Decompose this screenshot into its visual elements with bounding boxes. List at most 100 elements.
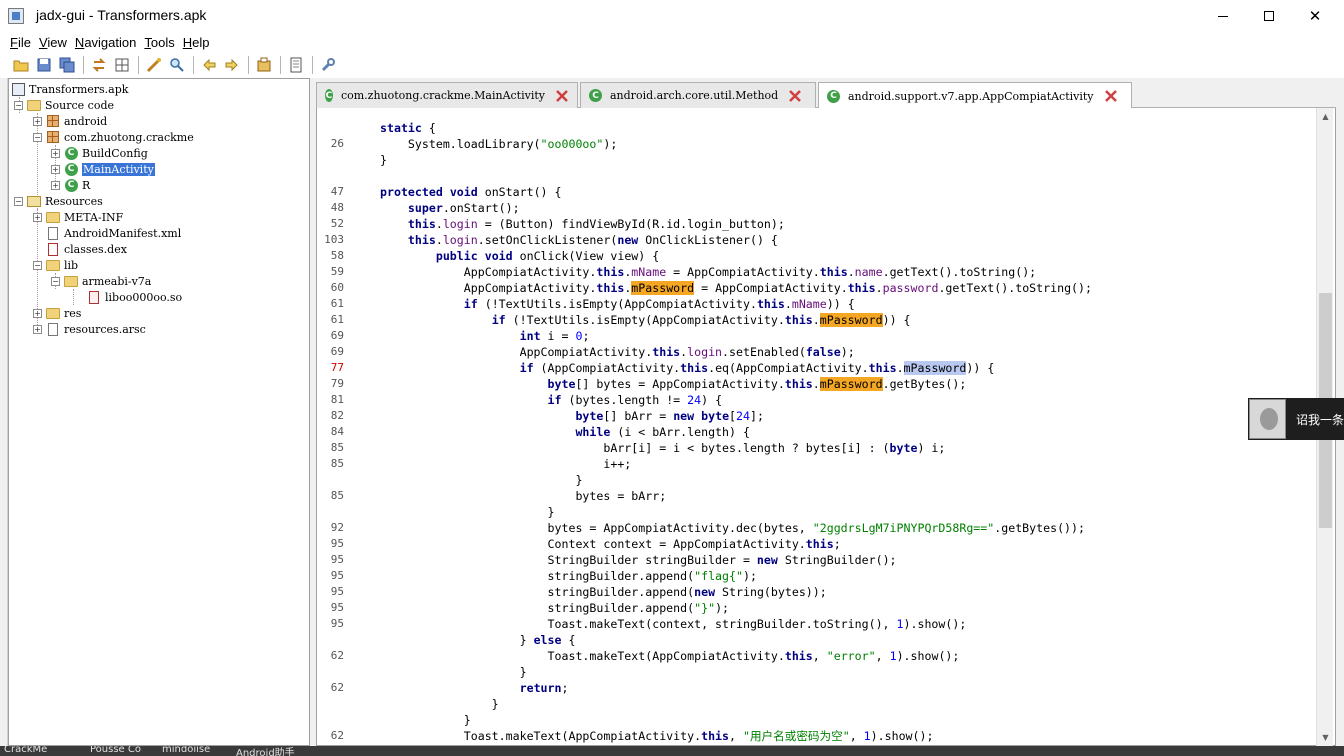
tree-item-source-code[interactable]: − Source code: [14, 97, 114, 113]
taskbar-item[interactable]: mindoiise: [162, 746, 210, 755]
code-line[interactable]: 62 return;: [317, 680, 1315, 696]
menu-navigation[interactable]: Navigation: [75, 35, 136, 50]
code-line[interactable]: 52 this.login = (Button) findViewById(R.…: [317, 216, 1315, 232]
code-line[interactable]: [317, 168, 1315, 184]
settings-button[interactable]: [317, 54, 339, 76]
expand-toggle-icon[interactable]: +: [33, 116, 42, 126]
code-line[interactable]: 85 bytes = bArr;: [317, 488, 1315, 504]
tab-appcompiatactivity[interactable]: C android.support.v7.app.AppCompiatActiv…: [818, 82, 1132, 109]
code-line[interactable]: 95 Context context = AppCompiatActivity.…: [317, 536, 1315, 552]
search-button[interactable]: [166, 54, 188, 76]
expand-toggle-icon[interactable]: +: [51, 180, 60, 190]
code-line[interactable]: 82 byte[] bArr = new byte[24];: [317, 408, 1315, 424]
minimize-button[interactable]: [1200, 0, 1246, 32]
expand-toggle-icon[interactable]: +: [33, 308, 42, 318]
maximize-button[interactable]: [1246, 0, 1292, 32]
tree-item-classes-dex[interactable]: classes.dex: [46, 241, 127, 257]
close-button[interactable]: ✕: [1292, 0, 1338, 32]
tree-item-mainactivity[interactable]: + C MainActivity: [51, 161, 155, 177]
flatten-button[interactable]: [111, 54, 133, 76]
code-line[interactable]: 62 Toast.makeText(AppCompiatActivity.thi…: [317, 728, 1315, 744]
code-line[interactable]: 92 bytes = AppCompiatActivity.dec(bytes,…: [317, 520, 1315, 536]
tree-item-r[interactable]: + C R: [51, 177, 90, 193]
open-file-button[interactable]: [10, 54, 32, 76]
save-button[interactable]: [33, 54, 55, 76]
collapse-toggle-icon[interactable]: −: [33, 260, 42, 270]
back-button[interactable]: [198, 54, 220, 76]
save-all-button[interactable]: [56, 54, 78, 76]
code-line[interactable]: 58 public void onClick(View view) {: [317, 248, 1315, 264]
taskbar-item[interactable]: Pousse Co: [90, 746, 141, 755]
code-line[interactable]: 26 System.loadLibrary("oo000oo");: [317, 136, 1315, 152]
tree-item-resources[interactable]: − Resources: [14, 193, 103, 209]
code-line[interactable]: 61 if (!TextUtils.isEmpty(AppCompiatActi…: [317, 312, 1315, 328]
tree-item-buildconfig[interactable]: + C BuildConfig: [51, 145, 148, 161]
code-line[interactable]: static {: [317, 120, 1315, 136]
code-line[interactable]: 79 byte[] bytes = AppCompiatActivity.thi…: [317, 376, 1315, 392]
log-button[interactable]: [285, 54, 307, 76]
code-line[interactable]: 103 this.login.setOnClickListener(new On…: [317, 232, 1315, 248]
floating-popup[interactable]: 诏我一条: [1248, 398, 1344, 440]
code-line[interactable]: 69 AppCompiatActivity.this.login.setEnab…: [317, 344, 1315, 360]
tree-item-armeabi[interactable]: − armeabi-v7a: [51, 273, 151, 289]
code-line[interactable]: 95 stringBuilder.append("flag{");: [317, 568, 1315, 584]
expand-toggle-icon[interactable]: +: [51, 148, 60, 158]
tab-close-button[interactable]: [1104, 89, 1118, 103]
tree-item-manifest[interactable]: AndroidManifest.xml: [46, 225, 181, 241]
code-line[interactable]: 69 int i = 0;: [317, 328, 1315, 344]
code-line[interactable]: }: [317, 696, 1315, 712]
code-line[interactable]: 77 if (AppCompiatActivity.this.eq(AppCom…: [317, 360, 1315, 376]
code-line[interactable]: 95 stringBuilder.append("}");: [317, 600, 1315, 616]
tree-item-meta-inf[interactable]: + META-INF: [33, 209, 123, 225]
collapse-toggle-icon[interactable]: −: [14, 100, 23, 110]
code-line[interactable]: 95 stringBuilder.append(new String(bytes…: [317, 584, 1315, 600]
code-line[interactable]: }: [317, 664, 1315, 680]
preferences-button[interactable]: [253, 54, 275, 76]
scroll-up-icon[interactable]: ▲: [1317, 108, 1334, 125]
code-line[interactable]: 59 AppCompiatActivity.this.mName = AppCo…: [317, 264, 1315, 280]
expand-toggle-icon[interactable]: +: [33, 212, 42, 222]
expand-toggle-icon[interactable]: +: [33, 324, 42, 334]
menu-view[interactable]: View: [39, 35, 67, 50]
code-line[interactable]: 62 Toast.makeText(AppCompiatActivity.thi…: [317, 648, 1315, 664]
tree-item-android[interactable]: + android: [33, 113, 107, 129]
tab-close-button[interactable]: [788, 89, 802, 103]
expand-toggle-icon[interactable]: +: [51, 164, 60, 174]
tab-method[interactable]: C android.arch.core.util.Method: [580, 82, 816, 108]
menu-tools[interactable]: Tools: [144, 35, 174, 50]
tab-mainactivity[interactable]: C com.zhuotong.crackme.MainActivity: [316, 82, 578, 108]
tree-item-lib[interactable]: − lib: [33, 257, 78, 273]
code-line[interactable]: 81 if (bytes.length != 24) {: [317, 392, 1315, 408]
collapse-toggle-icon[interactable]: −: [51, 276, 60, 286]
code-line[interactable]: }: [317, 712, 1315, 728]
code-line[interactable]: 85 i++;: [317, 456, 1315, 472]
scroll-down-icon[interactable]: ▼: [1317, 729, 1334, 746]
forward-button[interactable]: [221, 54, 243, 76]
code-line[interactable]: }: [317, 472, 1315, 488]
code-line[interactable]: } else {: [317, 632, 1315, 648]
code-line[interactable]: 95 Toast.makeText(context, stringBuilder…: [317, 616, 1315, 632]
code-line[interactable]: 85 bArr[i] = i < bytes.length ? bytes[i]…: [317, 440, 1315, 456]
code-line[interactable]: 47 protected void onStart() {: [317, 184, 1315, 200]
code-line[interactable]: 48 super.onStart();: [317, 200, 1315, 216]
tree-item-package[interactable]: − com.zhuotong.crackme: [33, 129, 194, 145]
sync-button[interactable]: [88, 54, 110, 76]
taskbar-item[interactable]: CrackMe: [4, 746, 47, 755]
collapse-toggle-icon[interactable]: −: [14, 196, 23, 206]
menu-file[interactable]: File: [10, 35, 31, 50]
collapse-toggle-icon[interactable]: −: [33, 132, 42, 142]
tree-item-resources-arsc[interactable]: + resources.arsc: [33, 321, 146, 337]
code-line[interactable]: 95 StringBuilder stringBuilder = new Str…: [317, 552, 1315, 568]
code-line[interactable]: }: [317, 504, 1315, 520]
code-line[interactable]: 61 if (!TextUtils.isEmpty(AppCompiatActi…: [317, 296, 1315, 312]
tab-close-button[interactable]: [555, 89, 569, 103]
tree-item-apk[interactable]: Transformers.apk: [11, 81, 128, 97]
menu-help[interactable]: Help: [183, 35, 210, 50]
tree-item-libso[interactable]: liboo000oo.so: [87, 289, 182, 305]
taskbar-item[interactable]: Android助手: [236, 746, 295, 756]
code-line[interactable]: 60 AppCompiatActivity.this.mPassword = A…: [317, 280, 1315, 296]
tree-item-res[interactable]: + res: [33, 305, 81, 321]
decompile-button[interactable]: [143, 54, 165, 76]
code-line[interactable]: 84 while (i < bArr.length) {: [317, 424, 1315, 440]
code-editor[interactable]: static {26 System.loadLibrary("oo000oo")…: [316, 108, 1336, 746]
